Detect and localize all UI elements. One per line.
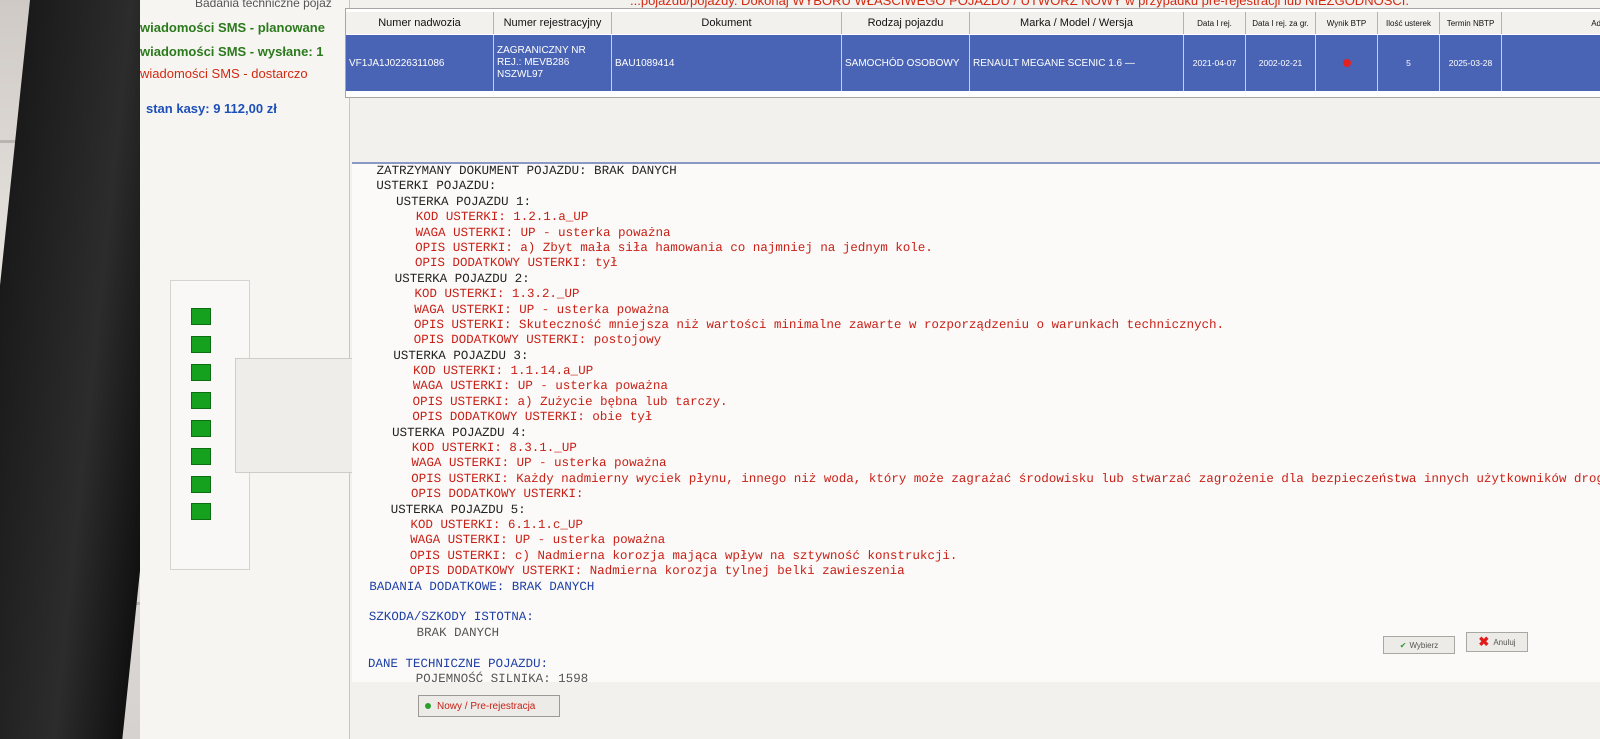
cash-balance: stan kasy: 9 112,00 zł [146,101,277,116]
report-line: USTERKA POJAZDU 3: [393,348,529,363]
registration-line: ZAGRANICZNY NR [497,45,586,56]
sms-sent-link[interactable]: wiadomości SMS - wysłane: 1 [140,44,324,59]
report-line: USTERKA POJAZDU 1: [395,194,532,209]
cancel-button-label: Anuluj [1493,637,1516,647]
window-title: Badania techniczne pojaz [195,0,332,10]
column-header[interactable]: Marka / Model / Wersja [970,12,1184,34]
document-cell: BAU1089414 [612,35,842,91]
report-content: ZATRZYMANY DOKUMENT POJAZDU: BRAK DANYCH… [367,164,1600,682]
status-indicator [191,308,211,325]
report-line: KOD USTERKI: 1.1.14.a_UP [412,364,594,379]
report-line: OPIS DODATKOWY USTERKI: [410,487,584,502]
report-line: OPIS DODATKOWY USTERKI: Nadmierna korozj… [409,564,905,579]
status-indicator [191,420,211,437]
report-line: KOD USTERKI: 1.2.1.a_UP [415,210,589,225]
report-line: SZKODA/SZKODY ISTOTNA: [368,610,534,625]
registration-line: REJ.: MEVB286 [497,57,570,68]
vin-cell: VF1JA1J0226311086 [346,35,494,91]
result-dot-icon [1342,59,1351,67]
report-line: POJEMNOŚĆ SILNIKA: 1598 [415,671,589,682]
status-indicator [191,503,211,520]
report-line: KOD USTERKI: 8.3.1._UP [411,441,577,456]
report-line: KOD USTERKI: 1.3.2._UP [414,287,580,302]
report-text-area[interactable]: ZATRZYMANY DOKUMENT POJAZDU: BRAK DANYCH… [352,162,1600,682]
column-header[interactable]: Wynik BTP [1316,12,1378,34]
report-line: OPIS DODATKOWY USTERKI: tył [414,256,618,271]
column-header[interactable]: Rodzaj pojazdu [842,12,970,34]
sms-delivered-link[interactable]: wiadomości SMS - dostarczo [140,66,308,81]
report-line: DANE TECHNICZNE POJAZDU: [367,656,549,671]
test-result-cell [1316,35,1378,91]
report-line: OPIS USTERKI: Każdy nadmierny wyciek pły… [411,471,1600,486]
left-panel: Badania techniczne pojaz wiadomości SMS … [140,0,355,739]
report-line: OPIS USTERKI: Skuteczność mniejsza niż w… [413,317,1225,332]
report-line: BADANIA DODATKOWE: BRAK DANYCH [369,579,595,594]
report-line: OPIS USTERKI: a) Zbyt mała siła hamowani… [415,240,933,255]
report-line: WAGA USTERKI: UP - usterka poważna [412,379,668,394]
status-indicator [191,364,211,381]
make-model-cell: RENAULT MEGANE SCENIC 1.6 — [970,35,1184,91]
status-indicator [191,392,211,409]
column-header[interactable]: Data I rej. [1184,12,1246,34]
column-header[interactable]: Ilość usterek [1378,12,1440,34]
column-header[interactable]: Numer nadwozia [346,12,494,34]
report-line: USTERKA POJAZDU 5: [390,502,526,517]
first-registration-cell: 2021-04-07 [1184,35,1246,91]
new-prereg-button[interactable]: Nowy / Pre-rejestracja [418,695,560,717]
report-line: WAGA USTERKI: UP - usterka poważna [411,456,667,471]
status-indicator [191,336,211,353]
new-prereg-label: Nowy / Pre-rejestracja [437,700,536,712]
report-line: OPIS DODATKOWY USTERKI: postojowy [413,333,662,348]
select-button-label: Wybierz [1409,640,1439,650]
report-line [369,595,1600,610]
notice-message: ...pojazdu/pojazdy. Dokonaj WYBORU WŁAŚC… [630,0,1409,8]
report-line: OPIS DODATKOWY USTERKI: obie tył [412,410,653,425]
registration-line: NSZWL97 [497,69,544,80]
cancel-button[interactable]: ✖ Anuluj [1466,632,1528,652]
status-indicator [191,448,211,465]
status-indicator [191,476,211,493]
report-line: USTERKA POJAZDU 2: [394,271,530,286]
sms-planned-link[interactable]: wiadomości SMS - planowane [140,20,325,35]
vehicle-type-cell: SAMOCHÓD OSOBOWY [842,35,970,91]
report-line: KOD USTERKI: 6.1.1.c_UP [410,517,584,532]
report-line: OPIS USTERKI: c) Nadmierna korozja mając… [409,548,958,563]
defects-count-cell: 5 [1378,35,1440,91]
table-row-selected[interactable]: VF1JA1J0226311086 ZAGRANICZNY NR REJ.: M… [346,35,1600,91]
check-icon: ✔ [1399,640,1407,650]
report-line: USTERKA POJAZDU 4: [391,425,528,440]
side-panel-box [235,358,355,473]
report-line: USTERKI POJAZDU: [376,179,497,194]
green-dot-icon [425,703,431,709]
column-header[interactable]: Termin NBTP [1440,12,1502,34]
column-header[interactable]: Data I rej. za gr. [1246,12,1316,34]
column-header[interactable]: Ad [1502,12,1600,34]
first-registration-abroad-cell: 2002-02-21 [1246,35,1316,91]
next-test-cell: 2025-03-28 [1440,35,1502,91]
screen: Badania techniczne pojaz wiadomości SMS … [140,0,1600,739]
column-header[interactable]: Dokument [612,12,842,34]
report-line: WAGA USTERKI: UP - usterka poważna [415,225,671,240]
registration-cell: ZAGRANICZNY NR REJ.: MEVB286 NSZWL97 [494,35,612,91]
report-line: WAGA USTERKI: UP - usterka poważna [410,533,666,548]
report-line: ZATRZYMANY DOKUMENT POJAZDU: BRAK DANYCH [376,164,677,178]
vehicle-table: Numer nadwozia Numer rejestracyjny Dokum… [345,8,1600,98]
report-line: OPIS USTERKI: a) Zużycie bębna lub tarcz… [412,394,728,409]
report-line: WAGA USTERKI: UP - usterka poważna [414,302,670,317]
x-icon: ✖ [1478,634,1490,649]
select-button[interactable]: ✔ Wybierz [1383,636,1455,654]
column-header[interactable]: Numer rejestracyjny [494,12,612,34]
